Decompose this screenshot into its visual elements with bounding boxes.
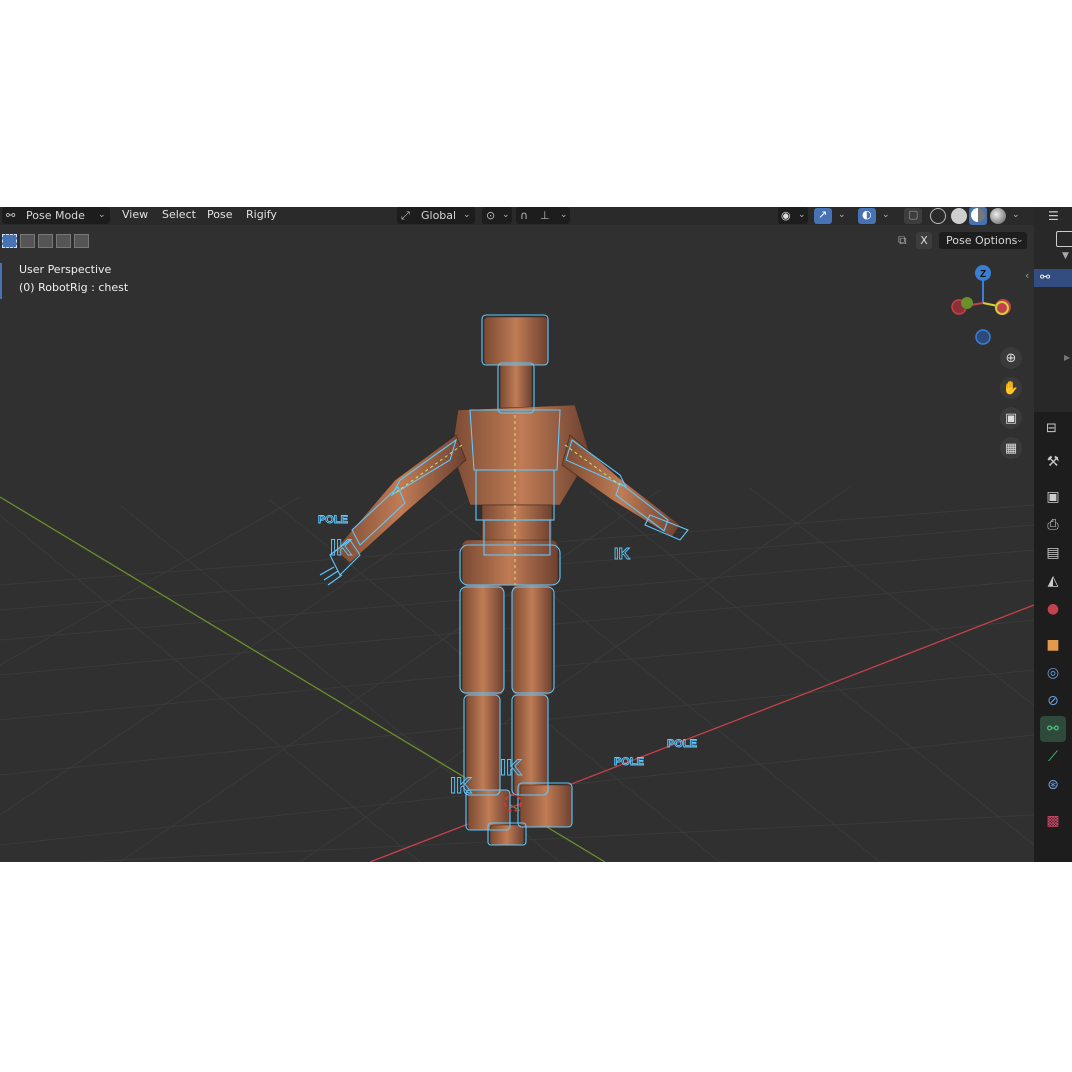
pole-label-right-1: POLE: [614, 756, 644, 768]
constraints-tab-icon[interactable]: ⊘: [1040, 688, 1066, 714]
chevron-down-icon: ⌄: [463, 210, 471, 220]
chevron-down-icon: ⌄: [798, 210, 806, 220]
outliner-strip: ☰ ▼ ⚯ ▶: [1034, 207, 1072, 412]
chevron-down-icon: ⌄: [98, 210, 106, 220]
shading-solid-button[interactable]: [951, 208, 967, 224]
y-axis-ball: [961, 297, 973, 309]
chevron-down-icon[interactable]: ⌄: [838, 210, 846, 220]
outliner-selected-row[interactable]: ⚯: [1034, 269, 1072, 287]
menu-select[interactable]: Select: [162, 208, 196, 221]
chevron-down-icon: ▼: [1062, 251, 1069, 261]
world-tab-icon[interactable]: ●: [1040, 596, 1066, 622]
scene-tab-icon[interactable]: ◭: [1040, 568, 1066, 594]
menu-view[interactable]: View: [122, 208, 148, 221]
orientation-icon: ⤢: [401, 209, 410, 222]
menu-pose[interactable]: Pose: [207, 208, 232, 221]
gizmo-z-label: Z: [980, 269, 986, 280]
tool-settings-row: ⧉ X Pose Options ⌄: [0, 231, 1034, 251]
snapping-group[interactable]: ∩ ⊥ ⌄: [516, 207, 570, 224]
outliner-collection-icon[interactable]: [1056, 231, 1072, 247]
select-subtract-button[interactable]: [38, 234, 53, 248]
shading-wireframe-button[interactable]: [930, 208, 946, 224]
viewport-scene: POLE POLE POLE IK IK IK IK: [0, 314, 1034, 862]
bone-constraints-tab-icon[interactable]: ⊛: [1040, 772, 1066, 798]
chevron-down-icon: ⌄: [502, 210, 510, 220]
view-layer-tab-icon[interactable]: ▤: [1040, 540, 1066, 566]
ik-label-right-leg: IK: [500, 755, 522, 780]
ik-label-left-arm: IK: [330, 535, 352, 560]
gizmo-icon: ↗: [818, 208, 828, 221]
select-extend-button[interactable]: [20, 234, 35, 248]
tool-tab-icon[interactable]: ⚒: [1040, 449, 1066, 475]
grid-perspective-icon[interactable]: ▦: [1000, 437, 1022, 459]
material-sphere-icon: [971, 208, 985, 222]
texture-tab-icon[interactable]: ▩: [1040, 808, 1066, 834]
physics-tab-icon[interactable]: ◎: [1040, 660, 1066, 686]
zoom-icon[interactable]: ⊕: [1000, 347, 1022, 369]
snap-target-icon[interactable]: ⊥: [540, 207, 550, 224]
xray-icon: ▢: [908, 208, 919, 221]
menu-rigify[interactable]: Rigify: [246, 208, 277, 221]
mode-label: Pose Mode: [26, 209, 85, 222]
armature-data-tab-icon[interactable]: ⚯: [1040, 716, 1066, 742]
render-tab-icon[interactable]: ▣: [1040, 484, 1066, 510]
chevron-down-icon[interactable]: ⌄: [1012, 210, 1020, 220]
mode-dropdown[interactable]: ⚯ Pose Mode ⌄: [2, 207, 110, 224]
shading-rendered-button[interactable]: [990, 208, 1006, 224]
select-intersect-button[interactable]: [74, 234, 89, 248]
pose-mode-icon: ⚯: [6, 209, 16, 222]
output-tab-icon[interactable]: ⎙: [1040, 512, 1066, 538]
camera-icon[interactable]: ▣: [1000, 407, 1022, 429]
chevron-down-icon: ⌄: [560, 210, 568, 220]
select-invert-button[interactable]: [56, 234, 71, 248]
navigation-gizmo[interactable]: Z: [945, 261, 1025, 351]
orientation-label: Global: [421, 209, 457, 222]
ik-label-right-arm: IK: [614, 546, 630, 563]
pole-label-right-2: POLE: [667, 738, 697, 750]
visibility-dropdown[interactable]: ◉ ⌄: [778, 207, 808, 224]
blender-window: ⚯ Pose Mode ⌄ View Select Pose Rigify ⤢ …: [0, 207, 1072, 862]
pan-hand-icon[interactable]: ✋: [1000, 377, 1022, 399]
neg-z-axis-ball: [975, 329, 991, 345]
snap-magnet-icon[interactable]: ∩: [520, 207, 528, 224]
transform-orientation-dropdown[interactable]: ⤢ Global ⌄: [397, 207, 475, 224]
overlay-icon: ◐: [862, 208, 872, 221]
object-tab-icon[interactable]: ■: [1040, 632, 1066, 658]
chevron-right-icon: ▶: [1064, 353, 1071, 362]
pose-options-dropdown[interactable]: Pose Options ⌄: [939, 232, 1027, 249]
eye-icon: ◉: [781, 209, 791, 222]
chevron-down-icon: ⌄: [1016, 235, 1024, 245]
active-region-marker: [0, 263, 2, 299]
ik-label-left-leg: IK: [450, 773, 472, 798]
chevron-down-icon[interactable]: ⌄: [882, 210, 890, 220]
bone-tab-icon[interactable]: ⟋: [1040, 744, 1066, 770]
pose-options-label: Pose Options: [946, 234, 1018, 247]
pivot-icon: ⊙: [486, 209, 496, 222]
x-mirror-button[interactable]: X: [916, 232, 932, 249]
pivot-point-dropdown[interactable]: ⊙ ⌄: [482, 207, 512, 224]
viewport-header: ⚯ Pose Mode ⌄ View Select Pose Rigify ⤢ …: [0, 207, 1034, 225]
armature-pose-icon: ⚯: [1040, 270, 1051, 284]
pole-label-left: POLE: [318, 514, 348, 526]
view-perspective-label: User Perspective: [19, 263, 112, 276]
editor-type-icon[interactable]: ⊟: [1046, 421, 1057, 436]
sidebar-toggle-icon[interactable]: ‹: [1025, 269, 1029, 282]
properties-editor-strip: ☰ ▼ ⚯ ▶ ⊟ ⚒ ▣ ⎙ ▤ ◭ ● ■ ◎ ⊘ ⚯ ⟋ ⊛ ▩: [1034, 207, 1072, 862]
mirror-icon[interactable]: ⧉: [898, 233, 907, 248]
3d-viewport[interactable]: POLE POLE POLE IK IK IK IK User Perspect…: [0, 255, 1034, 862]
select-new-button[interactable]: [2, 234, 17, 248]
active-object-label: (0) RobotRig : chest: [19, 281, 129, 294]
outliner-filter-icon[interactable]: ☰: [1048, 209, 1059, 223]
